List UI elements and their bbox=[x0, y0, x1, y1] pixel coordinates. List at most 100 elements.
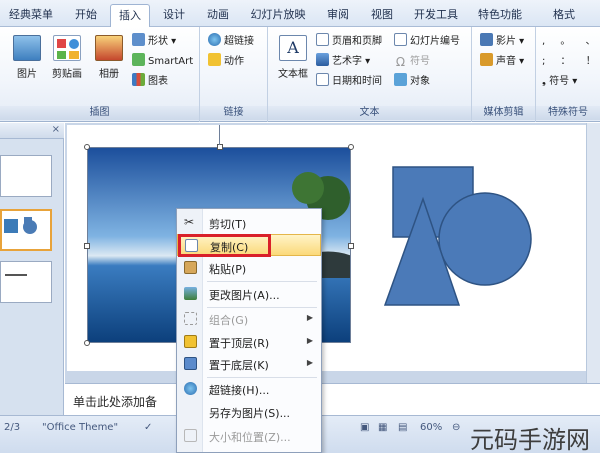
shapes-button[interactable]: 形状 ▾ bbox=[132, 33, 176, 51]
zoom-level[interactable]: 60% bbox=[420, 422, 442, 433]
textbox-button[interactable]: A 文本框 bbox=[274, 35, 312, 80]
action-button[interactable]: 动作 bbox=[208, 53, 244, 71]
slide-counter: 2/3 bbox=[4, 422, 21, 433]
view-normal-icon[interactable]: ▣ bbox=[360, 422, 369, 433]
save-picture-icon bbox=[184, 405, 197, 418]
submenu-arrow-icon: ▶ bbox=[306, 358, 313, 367]
header-footer-icon bbox=[316, 33, 329, 46]
scissors-icon: ✂ bbox=[184, 215, 195, 229]
menu-item-paste[interactable]: 粘贴(P) bbox=[177, 257, 321, 279]
menu-item-size-position[interactable]: 大小和位置(Z)... bbox=[177, 425, 321, 447]
speaker-icon bbox=[480, 53, 493, 66]
size-position-icon bbox=[184, 429, 197, 442]
album-icon bbox=[95, 35, 123, 61]
movie-button[interactable]: 影片 ▾ bbox=[480, 33, 524, 51]
menu-item-cut[interactable]: ✂ 剪切(T) bbox=[177, 212, 321, 234]
submenu-arrow-icon: ▶ bbox=[306, 336, 313, 345]
close-pane-icon[interactable]: × bbox=[52, 124, 60, 135]
globe-icon bbox=[208, 33, 221, 46]
tab-review[interactable]: 审阅 bbox=[318, 4, 358, 27]
shapes-icon bbox=[132, 33, 145, 46]
picture-button[interactable]: 图片 bbox=[8, 35, 46, 80]
smartart-icon bbox=[132, 53, 145, 66]
menu-item-bring-front[interactable]: 置于顶层(R) ▶ bbox=[177, 331, 321, 353]
resize-handle-top[interactable] bbox=[217, 144, 223, 150]
object-icon bbox=[394, 73, 407, 86]
clipart-button[interactable]: 剪贴画 bbox=[48, 35, 86, 80]
group-label-media: 媒体剪辑 bbox=[472, 106, 535, 120]
resize-handle-right[interactable] bbox=[348, 243, 354, 249]
ribbon-tab-bar: 经典菜单 开始 插入 设计 动画 幻灯片放映 审阅 视图 开发工具 特色功能 格… bbox=[0, 0, 600, 27]
shapes-group[interactable] bbox=[383, 165, 533, 311]
hyperlink-icon bbox=[184, 382, 197, 395]
tab-developer[interactable]: 开发工具 bbox=[406, 4, 466, 27]
watermark-text: 元码手游网 bbox=[470, 426, 590, 453]
bring-front-icon bbox=[184, 335, 197, 348]
wordart-icon bbox=[316, 53, 329, 66]
header-footer-button[interactable]: 页眉和页脚 bbox=[316, 33, 382, 51]
vertical-scrollbar[interactable] bbox=[586, 123, 600, 383]
highlight-annotation-box bbox=[178, 234, 271, 257]
menu-item-send-back[interactable]: 置于底层(K) ▶ bbox=[177, 353, 321, 375]
group-links: 超链接 动作 链接 bbox=[200, 27, 268, 122]
chart-button[interactable]: 图表 bbox=[132, 73, 168, 91]
group-text: A 文本框 页眉和页脚 艺术字 ▾ 日期和时间 幻灯片编号 Ω 符号 对象 文本 bbox=[268, 27, 472, 122]
group-label-illustrations: 插图 bbox=[0, 106, 199, 120]
tab-format[interactable]: 格式 bbox=[544, 4, 584, 27]
resize-handle-tl[interactable] bbox=[84, 144, 90, 150]
slide-number-icon bbox=[394, 33, 407, 46]
special-symbol-button[interactable]: ❟ 符号 ▾ bbox=[542, 73, 577, 91]
group-label-special-symbols: 特殊符号 bbox=[536, 106, 600, 120]
picture-icon bbox=[13, 35, 41, 61]
send-back-icon bbox=[184, 357, 197, 370]
group-icon bbox=[184, 312, 197, 325]
resize-handle-tr[interactable] bbox=[348, 144, 354, 150]
submenu-arrow-icon: ▶ bbox=[306, 313, 313, 322]
tab-view[interactable]: 视图 bbox=[362, 4, 402, 27]
slide-number-button[interactable]: 幻灯片编号 bbox=[394, 33, 460, 51]
smartart-button[interactable]: SmartArt bbox=[132, 53, 193, 71]
slide-thumbnail-1[interactable] bbox=[0, 155, 52, 197]
group-label-text: 文本 bbox=[268, 106, 471, 120]
resize-handle-left[interactable] bbox=[84, 243, 90, 249]
view-reading-icon[interactable]: ▤ bbox=[398, 422, 407, 433]
slide-thumbnail-pane: × bbox=[0, 123, 64, 415]
symbol-grid-row-1[interactable]: , 。 、 bbox=[542, 33, 600, 51]
slide-thumbnail-3[interactable] bbox=[0, 261, 52, 303]
menu-item-save-as-picture[interactable]: 另存为图片(S)... bbox=[177, 401, 321, 423]
spellcheck-icon[interactable]: ✓ bbox=[144, 422, 152, 433]
symbol-grid-row-2[interactable]: ; ： ！ bbox=[542, 53, 600, 71]
tab-home[interactable]: 开始 bbox=[64, 4, 108, 27]
sound-button[interactable]: 声音 ▾ bbox=[480, 53, 524, 71]
tab-animation[interactable]: 动画 bbox=[198, 4, 238, 27]
tab-slideshow[interactable]: 幻灯片放映 bbox=[244, 4, 312, 27]
slide-thumbnail-2[interactable] bbox=[0, 209, 52, 251]
star-icon bbox=[208, 53, 221, 66]
object-button[interactable]: 对象 bbox=[394, 73, 430, 91]
menu-separator bbox=[207, 281, 317, 282]
notes-pane[interactable]: 单击此处添加备 bbox=[65, 383, 600, 415]
group-illustrations: 图片 剪贴画 相册 形状 ▾ SmartArt 图表 插图 bbox=[0, 27, 200, 122]
group-special-symbols: , 。 、 ; ： ！ ❟ 符号 ▾ 特殊符号 bbox=[536, 27, 600, 122]
datetime-button[interactable]: 日期和时间 bbox=[316, 73, 382, 91]
resize-handle-bl[interactable] bbox=[84, 340, 90, 346]
menu-item-group[interactable]: 组合(G) ▶ bbox=[177, 308, 321, 330]
wordart-button[interactable]: 艺术字 ▾ bbox=[316, 53, 370, 71]
menu-item-hyperlink[interactable]: 超链接(H)... bbox=[177, 378, 321, 400]
tab-classic-menu[interactable]: 经典菜单 bbox=[2, 4, 60, 27]
menu-item-change-picture[interactable]: 更改图片(A)... bbox=[177, 283, 321, 305]
slide-canvas bbox=[67, 125, 595, 371]
ribbon: 图片 剪贴画 相册 形状 ▾ SmartArt 图表 插图 超链接 动作 链接 … bbox=[0, 27, 600, 122]
hyperlink-button[interactable]: 超链接 bbox=[208, 33, 254, 51]
group-media: 影片 ▾ 声音 ▾ 媒体剪辑 bbox=[472, 27, 536, 122]
change-picture-icon bbox=[184, 287, 197, 300]
rotate-handle-line bbox=[219, 125, 220, 145]
zoom-out-icon[interactable]: ⊖ bbox=[452, 422, 460, 433]
tab-design[interactable]: 设计 bbox=[154, 4, 194, 27]
tab-special-features[interactable]: 特色功能 bbox=[470, 4, 530, 27]
tab-insert[interactable]: 插入 bbox=[110, 4, 150, 27]
view-sorter-icon[interactable]: ▦ bbox=[378, 422, 387, 433]
symbol-button[interactable]: Ω 符号 bbox=[394, 53, 430, 71]
omega-icon: Ω bbox=[395, 55, 406, 69]
album-button[interactable]: 相册 bbox=[90, 35, 128, 80]
